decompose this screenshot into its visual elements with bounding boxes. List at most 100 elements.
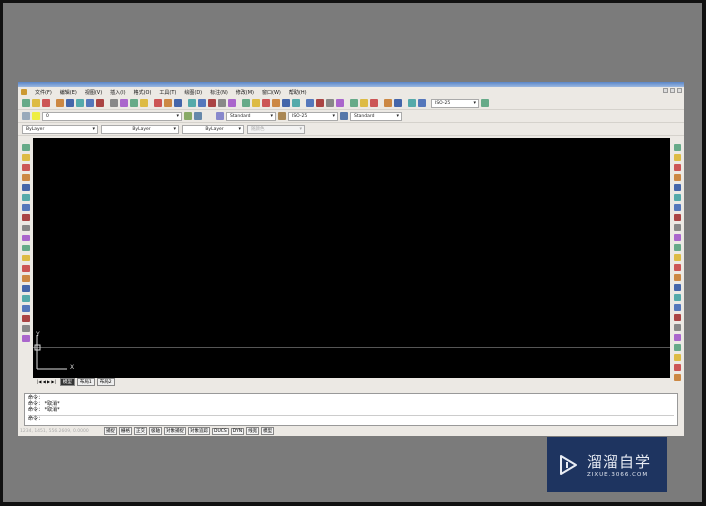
tool-icon[interactable] [76,99,84,107]
tool-icon[interactable] [481,99,489,107]
tool-icon[interactable] [673,184,681,191]
tool-icon[interactable] [242,99,250,107]
tool-icon[interactable] [673,264,681,271]
status-toggle[interactable]: DUCS [212,427,229,435]
tool-icon[interactable] [673,304,681,311]
tool-icon[interactable] [208,99,216,107]
tool-icon[interactable] [21,194,30,202]
layer-manager-icon[interactable] [22,112,30,120]
tool-icon[interactable] [673,244,681,251]
tool-icon[interactable] [316,99,324,107]
status-toggle[interactable]: 极轴 [149,427,162,435]
tool-icon[interactable] [120,99,128,107]
tab-nav-arrows[interactable]: |◀ ◀ ▶ ▶| [35,379,58,384]
minimize-button[interactable] [663,88,668,93]
tool-icon[interactable] [21,204,30,212]
tool-icon[interactable] [252,99,260,107]
menu-item[interactable]: 标注(N) [210,89,228,96]
status-toggle[interactable]: DYN [230,427,245,435]
tool-icon[interactable] [384,99,392,107]
tool-icon[interactable] [282,99,290,107]
tool-icon[interactable] [673,274,681,281]
tool-icon[interactable] [673,194,681,201]
tool-icon[interactable] [673,214,681,221]
tool-icon[interactable] [673,314,681,321]
menu-item[interactable]: 编辑(E) [60,89,77,96]
status-toggle[interactable]: 对象追踪 [188,427,210,435]
tool-icon[interactable] [218,99,226,107]
tool-icon[interactable] [164,99,172,107]
tab-layout2[interactable]: 布局2 [96,377,115,386]
tool-icon[interactable] [326,99,334,107]
tool-icon[interactable] [673,344,681,351]
tool-icon[interactable] [21,254,30,262]
tool-icon[interactable] [21,325,30,332]
tool-icon[interactable] [21,315,30,322]
menu-item[interactable]: 修改(M) [236,89,254,96]
tool-icon[interactable] [21,294,30,302]
text-style-icon[interactable] [216,112,224,120]
tool-icon[interactable] [21,234,30,242]
text-style-select[interactable]: Standard [226,111,276,121]
table-style-select[interactable]: Standard [350,111,402,121]
menu-item[interactable]: 窗口(W) [262,89,281,96]
tool-icon[interactable] [673,154,681,161]
status-toggle[interactable]: 正交 [134,427,147,435]
layer-select[interactable]: 0 [42,111,182,121]
tool-icon[interactable] [673,234,681,241]
menu-item[interactable]: 格式(O) [134,89,152,96]
tool-icon[interactable] [673,364,681,371]
tool-icon[interactable] [673,294,681,301]
color-select[interactable]: ByLayer [22,124,98,134]
dim-style-quick-select[interactable]: ISO-25 [431,98,479,108]
menu-item[interactable]: 工具(T) [159,89,176,96]
command-prompt[interactable]: 命令： [28,415,674,422]
tool-icon[interactable] [32,99,40,107]
status-toggle[interactable]: 对象捕捉 [164,427,186,435]
tool-icon[interactable] [418,99,426,107]
tool-icon[interactable] [262,99,270,107]
tool-icon[interactable] [673,374,681,381]
linetype-select[interactable]: ByLayer [101,124,179,134]
status-toggle[interactable]: 捕捉 [104,427,117,435]
tool-icon[interactable] [21,335,30,342]
tool-icon[interactable] [21,244,30,252]
tool-icon[interactable] [408,99,416,107]
tool-icon[interactable] [21,264,30,272]
close-button[interactable] [677,88,682,93]
tab-model[interactable]: 模型 [59,377,75,386]
tool-icon[interactable] [350,99,358,107]
plotstyle-select[interactable]: 随颜色 [247,124,305,134]
tool-icon[interactable] [673,334,681,341]
tool-icon[interactable] [394,99,402,107]
tool-icon[interactable] [174,99,182,107]
tool-icon[interactable] [21,274,30,282]
tool-icon[interactable] [21,144,30,151]
tool-icon[interactable] [110,99,118,107]
lineweight-select[interactable]: ByLayer [182,124,244,134]
tool-icon[interactable] [130,99,138,107]
tool-icon[interactable] [673,174,681,181]
tool-icon[interactable] [198,99,206,107]
tool-icon[interactable] [336,99,344,107]
tool-icon[interactable] [673,324,681,331]
tool-icon[interactable] [673,354,681,361]
tool-icon[interactable] [272,99,280,107]
status-toggle[interactable]: 线宽 [246,427,260,435]
make-current-icon[interactable] [184,112,192,120]
tool-icon[interactable] [21,164,30,171]
status-toggle[interactable]: 模型 [261,427,275,435]
tool-icon[interactable] [42,99,50,107]
tool-icon[interactable] [56,99,64,107]
tool-icon[interactable] [306,99,314,107]
tool-icon[interactable] [370,99,378,107]
tool-icon[interactable] [673,224,681,231]
table-style-icon[interactable] [340,112,348,120]
tool-icon[interactable] [360,99,368,107]
tool-icon[interactable] [21,224,30,232]
tool-icon[interactable] [140,99,148,107]
light-bulb-icon[interactable] [32,112,40,120]
dim-style-select[interactable]: ISO-25 [288,111,338,121]
tool-icon[interactable] [21,154,30,161]
command-window[interactable]: 命令： 命令： *取消* 命令： *取消* 命令： [24,393,678,426]
